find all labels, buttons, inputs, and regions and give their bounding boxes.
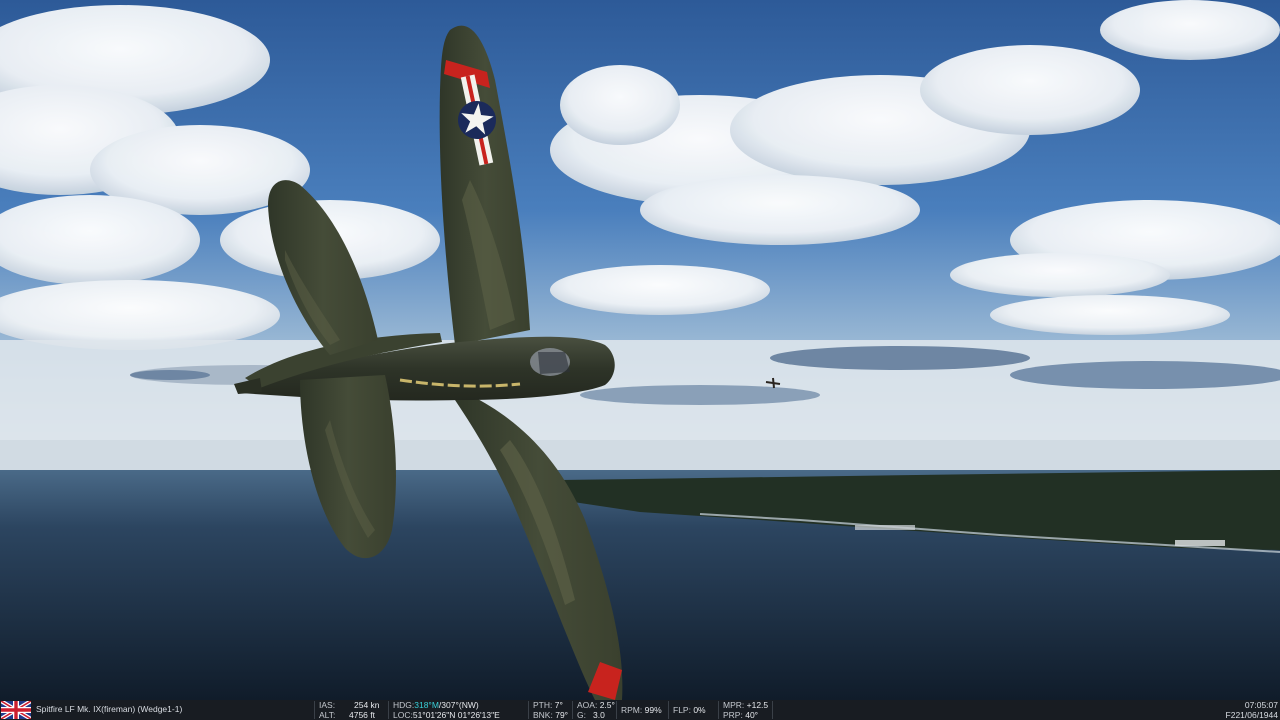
g-label: G: xyxy=(577,709,586,720)
telemetry-bar: Spitfire LF Mk. IX(fireman) (Wedge1-1) I… xyxy=(0,700,1280,720)
rpm-readout: RPM: 99% xyxy=(616,701,667,719)
aircraft-label: Spitfire LF Mk. IX(fireman) (Wedge1-1) xyxy=(36,704,183,714)
g-value: 3.0 xyxy=(593,709,605,720)
prp-label: PRP: xyxy=(723,709,743,720)
alt-value: 4756 ft xyxy=(349,709,375,720)
bnk-label: BNK: xyxy=(533,709,553,720)
rpm-label: RPM: xyxy=(621,705,643,715)
pth-value: 7° xyxy=(554,700,563,710)
flaps-readout: FLP: 0% xyxy=(668,701,717,719)
aoa-g-readout: AOA: 2.5° G: 3.0 xyxy=(572,700,615,720)
game-viewport[interactable]: Spitfire LF Mk. IX(fireman) (Wedge1-1) I… xyxy=(0,0,1280,720)
engine-readout: MPR: +12.5 PRP: 40° xyxy=(718,700,771,720)
alt-label: ALT: xyxy=(319,709,336,720)
loc-value: 51°01'26"N 01°26'13"E xyxy=(412,709,500,720)
bnk-value: 79° xyxy=(555,709,569,720)
pth-label: PTH: xyxy=(533,700,553,710)
hdg-true: /307°(NW) xyxy=(438,700,479,710)
mpr-value: +12.5 xyxy=(746,700,769,710)
flp-value: 0% xyxy=(693,705,706,715)
flp-label: FLP: xyxy=(673,705,691,715)
horizon-cloud-bank xyxy=(0,340,1280,470)
hud-divider xyxy=(772,701,777,719)
uk-flag-icon xyxy=(1,701,31,719)
speed-altitude-readout: IAS: 254 kn ALT: 4756 ft xyxy=(314,700,387,720)
attitude-readout: PTH: 7° BNK: 79° xyxy=(528,700,571,720)
hdg-magnetic: 318°M xyxy=(414,700,439,710)
heading-location-readout: HDG:318°M/307°(NW) LOC:51°01'26"N 01°26'… xyxy=(388,700,527,720)
ias-label: IAS: xyxy=(319,700,336,710)
aoa-value: 2.5° xyxy=(599,700,615,710)
flight-scene xyxy=(0,0,1280,700)
hdg-label: HDG: xyxy=(393,700,415,710)
mpr-label: MPR: xyxy=(723,700,745,710)
prp-value: 40° xyxy=(745,709,759,720)
aoa-label: AOA: xyxy=(577,700,598,710)
rpm-value: 99% xyxy=(644,705,662,715)
mission-clock: 07:05:07 F221/06/1944 xyxy=(1225,700,1278,720)
clock-date: F221/06/1944 xyxy=(1225,709,1278,720)
loc-label: LOC: xyxy=(393,709,413,720)
